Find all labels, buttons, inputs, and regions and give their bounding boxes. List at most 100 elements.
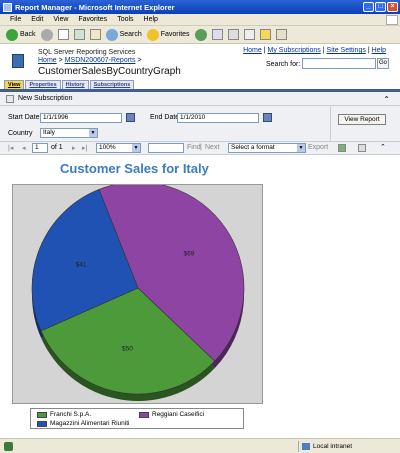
find-link[interactable]: Find: [187, 144, 201, 151]
breadcrumb-folder[interactable]: MSDN200607-Reports: [65, 57, 136, 64]
page-title: CustomerSalesByCountryGraph: [38, 66, 181, 77]
report-toolbar: |◂ ◂ 1 of 1 ▸ ▸| 100% ▼ Find | Next Sele…: [0, 142, 400, 155]
menu-favorites[interactable]: Favorites: [78, 16, 107, 23]
prev-page-icon[interactable]: ◂: [22, 144, 26, 152]
start-date-input[interactable]: 1/1/1996: [40, 113, 122, 123]
first-page-icon[interactable]: |◂: [8, 144, 13, 152]
close-button[interactable]: ×: [387, 2, 398, 12]
legend-swatch: [37, 420, 47, 427]
forward-button[interactable]: [40, 28, 53, 41]
chevron-down-icon: ▼: [132, 144, 140, 152]
last-page-icon[interactable]: ▸|: [82, 144, 87, 152]
minimize-button[interactable]: _: [363, 2, 374, 12]
ie-icon: [3, 2, 12, 12]
export-format-select[interactable]: Select a format ▼: [228, 143, 306, 153]
top-links: Home | My Subscriptions | Site Settings …: [243, 47, 386, 54]
chevron-down-icon: ▼: [297, 144, 305, 152]
collapse-chevron-icon[interactable]: ⌃: [383, 95, 390, 104]
find-input[interactable]: [148, 143, 184, 153]
params-divider: [330, 106, 331, 142]
report-header: SQL Server Reporting Services Home > MSD…: [0, 44, 400, 80]
window-titlebar: Report Manager - Microsoft Internet Expl…: [0, 0, 400, 14]
menu-bar: File Edit View Favorites Tools Help: [0, 14, 400, 26]
pie-chart: $69 $50 $41: [31, 181, 245, 401]
print-report-icon[interactable]: [358, 144, 366, 152]
report-tabs: View Properties History Subscriptions: [4, 80, 135, 89]
messenger-icon[interactable]: [275, 29, 287, 40]
new-subscription-link[interactable]: New Subscription: [18, 95, 72, 102]
browser-toolbar: Back Search Favorites: [0, 26, 400, 44]
legend-swatch: [139, 411, 149, 418]
search-button[interactable]: Search: [105, 28, 142, 41]
legend-item: Franchi S.p.A.: [37, 411, 91, 418]
view-report-button[interactable]: View Report: [338, 114, 386, 125]
menu-tools[interactable]: Tools: [117, 16, 133, 23]
status-bar: Local intranet: [0, 438, 400, 453]
tab-properties[interactable]: Properties: [25, 80, 61, 89]
stop-icon[interactable]: [57, 29, 69, 40]
print-icon[interactable]: [227, 29, 239, 40]
legend-item: Reggiani Caseifici: [139, 411, 204, 418]
breadcrumb: Home > MSDN200607-Reports >: [38, 57, 142, 64]
report-content: Customer Sales for Italy $69 $50 $41 Franc…: [0, 155, 400, 438]
favorites-button[interactable]: Favorites: [146, 28, 190, 41]
end-date-calendar-icon[interactable]: [263, 113, 272, 122]
page-count: of 1: [51, 144, 63, 151]
menu-help[interactable]: Help: [144, 16, 158, 23]
menu-view[interactable]: View: [53, 16, 68, 23]
pie-data-label: $69: [184, 251, 195, 258]
link-home[interactable]: Home: [243, 47, 262, 54]
search-input[interactable]: [302, 58, 376, 69]
mail-icon[interactable]: [211, 29, 223, 40]
back-button[interactable]: Back: [6, 28, 36, 41]
export-link[interactable]: Export: [308, 144, 328, 151]
breadcrumb-home[interactable]: Home: [38, 57, 57, 64]
subscription-bar: New Subscription ⌃: [0, 92, 400, 106]
pie-data-label: $41: [76, 262, 87, 269]
start-date-calendar-icon[interactable]: [126, 113, 135, 122]
menu-edit[interactable]: Edit: [31, 16, 43, 23]
collapse-toolbar-chevron-icon[interactable]: ⌃: [380, 143, 386, 151]
refresh-report-icon[interactable]: [338, 144, 346, 152]
end-date-label: End Date: [150, 114, 180, 121]
back-arrow-icon: [6, 28, 18, 41]
menu-file[interactable]: File: [10, 16, 21, 23]
tab-history[interactable]: History: [61, 80, 89, 89]
refresh-icon[interactable]: [73, 29, 85, 40]
home-icon[interactable]: [89, 29, 101, 40]
legend-item: Magazzini Alimentari Riuniti: [37, 420, 129, 427]
page-done-icon: [4, 442, 13, 451]
end-date-input[interactable]: 1/1/2010: [177, 113, 259, 123]
search-label: Search for:: [266, 61, 301, 68]
edit-icon[interactable]: [243, 29, 255, 40]
windows-logo-icon: [386, 15, 398, 25]
chart-legend: Franchi S.p.A. Reggiani Caseifici Magazz…: [30, 408, 244, 429]
go-button[interactable]: Go: [377, 58, 389, 69]
star-icon: [146, 28, 159, 41]
chevron-down-icon: ▼: [89, 129, 97, 137]
pie-data-label: $50: [122, 346, 133, 353]
security-zone: Local intranet: [298, 441, 398, 452]
tab-view[interactable]: View: [4, 80, 25, 89]
legend-swatch: [37, 411, 47, 418]
link-site-settings[interactable]: Site Settings: [327, 47, 366, 54]
search-icon: [105, 28, 118, 41]
start-date-label: Start Date: [8, 114, 40, 121]
folder-icon[interactable]: [259, 29, 271, 40]
chart-area: $69 $50 $41: [12, 181, 263, 404]
find-next-link[interactable]: Next: [205, 144, 219, 151]
history-icon[interactable]: [194, 28, 207, 41]
country-label: Country: [8, 130, 33, 137]
tab-subscriptions[interactable]: Subscriptions: [89, 80, 135, 89]
country-select[interactable]: Italy ▼: [40, 128, 98, 138]
page-number-input[interactable]: 1: [32, 143, 48, 153]
report-server-logo-icon: [12, 54, 24, 68]
link-my-subscriptions[interactable]: My Subscriptions: [268, 47, 321, 54]
zoom-select[interactable]: 100% ▼: [96, 143, 141, 153]
next-page-icon[interactable]: ▸: [72, 144, 76, 152]
chart-title: Customer Sales for Italy: [60, 161, 209, 176]
window-title: Report Manager - Microsoft Internet Expl…: [15, 2, 175, 12]
link-help[interactable]: Help: [372, 47, 386, 54]
maximize-button[interactable]: □: [375, 2, 386, 12]
new-subscription-icon: [6, 94, 14, 103]
